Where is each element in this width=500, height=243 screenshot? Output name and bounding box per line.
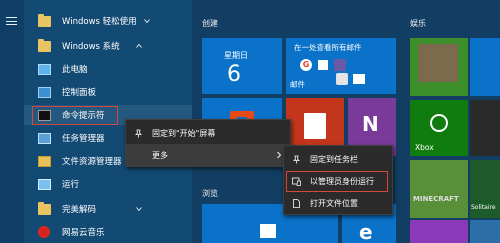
control-panel-icon bbox=[38, 86, 51, 98]
hamburger-menu-icon[interactable] bbox=[6, 17, 17, 25]
start-menu-rail bbox=[0, 0, 24, 243]
list-item-netease-music[interactable]: 网易云音乐 bbox=[24, 222, 192, 242]
list-item-label: 控制面板 bbox=[62, 88, 97, 98]
groove-tile[interactable] bbox=[470, 100, 500, 156]
xbox-tile[interactable]: Xbox bbox=[410, 100, 468, 156]
calendar-day-number: 6 bbox=[227, 62, 241, 87]
menu-item-label: 固定到任务栏 bbox=[310, 154, 358, 164]
list-item-perfect-decoder[interactable]: 完美解码 bbox=[24, 199, 192, 219]
menu-item-pin-to-start[interactable]: 固定到"开始"屏幕 bbox=[126, 122, 290, 144]
task-manager-icon bbox=[38, 132, 51, 144]
game-artwork bbox=[418, 44, 458, 82]
game-tile-1[interactable] bbox=[410, 38, 468, 96]
list-item-label: Windows 系统 bbox=[62, 42, 120, 52]
mail-account-icons-row2 bbox=[336, 73, 365, 85]
list-item-run[interactable]: 运行 bbox=[24, 174, 192, 194]
solitaire-tile[interactable]: Solitaire bbox=[470, 160, 500, 218]
list-item-label: 网易云音乐 bbox=[62, 228, 105, 238]
list-item-this-pc[interactable]: 此电脑 bbox=[24, 59, 192, 79]
list-item-label: 运行 bbox=[62, 180, 80, 190]
xbox-label: Xbox bbox=[415, 143, 434, 152]
menu-item-more[interactable]: 更多 bbox=[126, 144, 290, 166]
list-item-control-panel[interactable]: 控制面板 bbox=[24, 82, 192, 102]
menu-item-label: 更多 bbox=[152, 150, 168, 160]
folder-icon bbox=[38, 38, 51, 52]
game-tile-2[interactable] bbox=[470, 220, 500, 243]
command-prompt-highlight bbox=[32, 106, 118, 125]
list-item-label: Windows 轻松使用 bbox=[62, 17, 137, 27]
section-title-browse: 浏览 bbox=[202, 189, 218, 198]
xbox-icon bbox=[430, 114, 448, 132]
mail-promo-text: 在一处查看所有邮件 bbox=[294, 43, 362, 52]
list-item-windows-accessibility[interactable]: Windows 轻松使用 bbox=[24, 11, 192, 31]
chevron-down-icon bbox=[144, 19, 150, 24]
store-icon bbox=[260, 224, 276, 238]
google-icon: G bbox=[300, 59, 312, 71]
list-item-label: 任务管理器 bbox=[62, 134, 105, 144]
calendar-day-name: 星期日 bbox=[224, 51, 248, 60]
envelope-icon bbox=[353, 74, 365, 84]
folder-icon bbox=[38, 201, 51, 215]
menu-item-label: 打开文件位置 bbox=[310, 198, 358, 208]
solitaire-label: Solitaire bbox=[471, 204, 496, 211]
candy-crush-tile[interactable] bbox=[410, 220, 468, 243]
section-title-entertainment: 娱乐 bbox=[410, 19, 426, 28]
minecraft-tile[interactable]: MINECRAFT bbox=[410, 160, 468, 218]
edge-icon: e bbox=[359, 220, 373, 243]
pin-icon bbox=[135, 129, 142, 137]
list-item-label: 此电脑 bbox=[62, 65, 88, 75]
outlook-icon bbox=[317, 59, 329, 71]
chevron-right-icon bbox=[277, 151, 282, 159]
section-title-create: 创建 bbox=[202, 19, 218, 28]
calendar-tile[interactable]: 星期日 6 bbox=[202, 38, 282, 94]
list-item-label: 文件资源管理器 bbox=[62, 157, 122, 167]
file-explorer-icon bbox=[38, 155, 51, 167]
list-item-windows-system[interactable]: Windows 系统 bbox=[24, 36, 192, 56]
photos-tile[interactable] bbox=[470, 38, 500, 96]
list-item-label: 完美解码 bbox=[62, 205, 97, 215]
menu-item-pin-to-taskbar[interactable]: 固定到任务栏 bbox=[284, 148, 392, 170]
exchange-icon bbox=[336, 73, 348, 85]
context-menu: 固定到"开始"屏幕 更多 bbox=[125, 119, 291, 167]
mail-account-icons: G bbox=[300, 59, 346, 71]
office-app-icon bbox=[304, 113, 326, 139]
run-as-admin-highlight bbox=[286, 171, 388, 192]
run-icon bbox=[38, 178, 51, 190]
chevron-down-icon bbox=[136, 207, 142, 212]
minecraft-label: MINECRAFT bbox=[413, 195, 459, 203]
folder-icon bbox=[38, 13, 51, 27]
menu-item-open-file-location[interactable]: 打开文件位置 bbox=[284, 192, 392, 214]
mail-tile[interactable]: 在一处查看所有邮件 G 邮件 bbox=[286, 38, 396, 94]
document-icon bbox=[293, 198, 300, 208]
chevron-up-icon bbox=[136, 43, 142, 48]
yahoo-icon bbox=[334, 59, 346, 71]
pin-icon bbox=[293, 155, 300, 163]
mail-label: 邮件 bbox=[290, 80, 305, 89]
onenote-icon: N bbox=[362, 112, 379, 136]
computer-icon bbox=[38, 63, 51, 75]
music-icon bbox=[38, 226, 50, 238]
menu-item-label: 固定到"开始"屏幕 bbox=[152, 128, 216, 138]
